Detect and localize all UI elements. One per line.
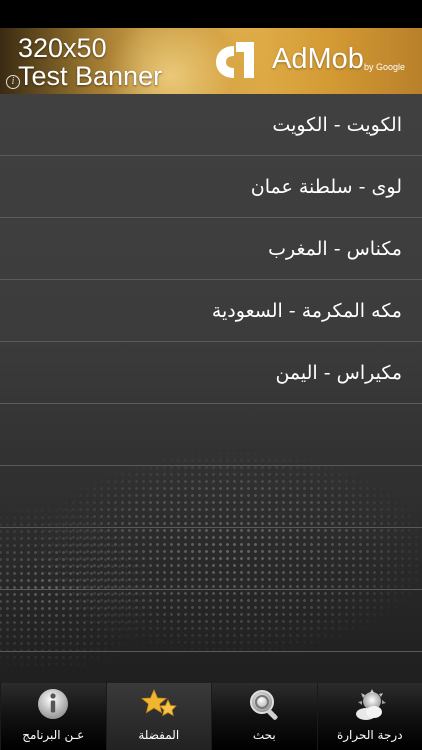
tab-label: المفضلة [138, 728, 180, 742]
tab-label: بحث [252, 728, 276, 742]
tab-about[interactable]: عـن البرنامج [0, 683, 106, 750]
tab-label: عـن البرنامج [22, 728, 85, 742]
admob-logo-icon [216, 42, 254, 78]
tab-bar: درجة الحرارة بحث المفضلة عـن البرنامج [0, 683, 422, 750]
ad-test-line1: 320x50 [18, 33, 107, 63]
empty-row [0, 466, 422, 528]
city-name: مكيراس - اليمن [275, 361, 402, 384]
ad-info-icon[interactable]: i [6, 75, 20, 89]
empty-rows [0, 404, 422, 652]
list-item[interactable]: مكيراس - اليمن [0, 342, 422, 404]
tab-temperature[interactable]: درجة الحرارة [316, 683, 422, 750]
empty-row [0, 590, 422, 652]
city-name: مكناس - المغرب [268, 237, 402, 260]
ad-test-text: 320x50 Test Banner [18, 34, 162, 90]
ad-banner[interactable]: 320x50 Test Banner i AdMob by Google [0, 28, 422, 94]
search-icon [250, 690, 278, 720]
tab-search[interactable]: بحث [211, 683, 317, 750]
city-name: لوى - سلطنة عمان [250, 175, 402, 198]
status-bar [0, 0, 422, 28]
empty-row [0, 404, 422, 466]
favorites-content: الكويت - الكويت لوى - سلطنة عمان مكناس -… [0, 94, 422, 683]
list-item[interactable]: مكناس - المغرب [0, 218, 422, 280]
admob-brand: AdMob [272, 43, 364, 75]
favorites-icon [140, 689, 177, 717]
list-item[interactable]: لوى - سلطنة عمان [0, 156, 422, 218]
info-icon [38, 689, 69, 719]
tab-favorites[interactable]: المفضلة [105, 683, 211, 750]
favorites-list: الكويت - الكويت لوى - سلطنة عمان مكناس -… [0, 94, 422, 404]
city-name: مكه المكرمة - السعودية [211, 299, 402, 322]
weather-icon [355, 689, 386, 720]
tab-label: درجة الحرارة [336, 728, 403, 742]
ad-test-line2: Test Banner [18, 61, 163, 91]
list-item[interactable]: مكه المكرمة - السعودية [0, 280, 422, 342]
empty-row [0, 528, 422, 590]
city-name: الكويت - الكويت [272, 113, 402, 136]
list-item[interactable]: الكويت - الكويت [0, 94, 422, 156]
admob-brand-sub: by Google [364, 62, 406, 72]
